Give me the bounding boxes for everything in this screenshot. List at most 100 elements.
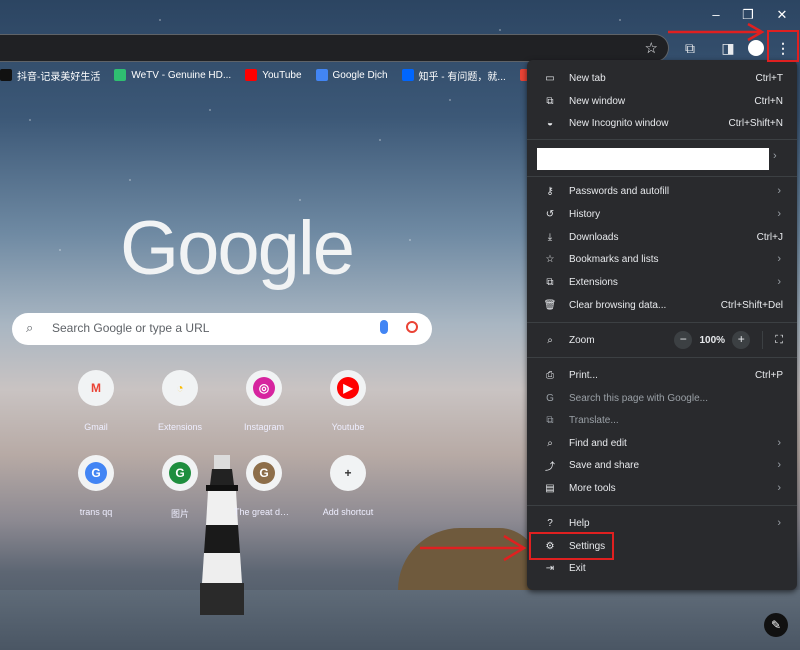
shortcut-tile[interactable]: G 图片 (150, 455, 210, 520)
shortcut-tile[interactable]: + Add shortcut (318, 455, 378, 517)
shortcut-tile[interactable]: Gtrans qq (66, 455, 126, 517)
menu-item-bookmarks[interactable]: ☆ Bookmarks and lists › (527, 248, 797, 270)
customize-pencil-icon[interactable]: ✎ (764, 613, 788, 637)
chevron-right-icon: › (777, 276, 781, 288)
search-box[interactable]: ⌕ (12, 313, 432, 345)
key-icon: ⚷ (546, 185, 554, 197)
bookmark-favicon-icon (0, 69, 12, 81)
bookmark-label: YouTube (262, 69, 302, 81)
bookmark-label: Google Dịch (332, 69, 388, 81)
microphone-icon[interactable] (380, 320, 388, 334)
chevron-right-icon: › (777, 482, 781, 494)
menu-item-downloads[interactable]: ⤓ Downloads Ctrl+J (527, 226, 797, 248)
menu-item-find-edit[interactable]: ⌕ Find and edit › (527, 432, 797, 454)
toolbox-icon: ▤ (545, 482, 555, 494)
close-icon[interactable]: ✕ (771, 6, 793, 24)
menu-item-passwords[interactable]: ⚷ Passwords and autofill › (527, 180, 797, 202)
new-window-icon: ⧉ (546, 95, 554, 107)
shortcut-glyph: ◎ (253, 377, 275, 399)
menu-item-zoom: ⌕ Zoom − 100% + ⛶ (527, 329, 797, 351)
menu-item-help[interactable]: ? Help › (527, 512, 797, 534)
shortcut-glyph: G (85, 462, 107, 484)
fullscreen-icon[interactable]: ⛶ (775, 334, 783, 347)
highlight-box-settings (529, 532, 614, 560)
shortcut-label: Youtube (331, 422, 365, 432)
menu-item-new-tab[interactable]: ▭ New tab Ctrl+T (527, 67, 797, 89)
background-water (0, 590, 800, 650)
menu-divider (527, 322, 797, 323)
highlight-box-menu-button (767, 30, 799, 62)
bookmark-favicon-icon (401, 69, 414, 81)
google-g-icon: G (546, 392, 554, 404)
bookmark-item[interactable]: Google Dịch (315, 69, 388, 81)
zoom-out-button[interactable]: − (674, 331, 693, 349)
menu-item-exit[interactable]: ⇥ Exit (527, 557, 797, 579)
search-input[interactable] (50, 320, 354, 336)
new-tab-icon: ▭ (545, 72, 555, 84)
shortcut-icon: ▶ (330, 370, 366, 406)
shortcut-glyph: + (337, 462, 359, 484)
shortcut-label: Gmail (84, 422, 108, 432)
share-icon: ⤴ (545, 461, 555, 473)
chevron-right-icon: › (777, 185, 781, 197)
menu-item-more-tools[interactable]: ▤ More tools › (527, 477, 797, 499)
chevron-right-icon: › (777, 208, 781, 220)
shortcut-glyph: ▶ (337, 377, 359, 399)
menu-item-save-share[interactable]: ⤴ Save and share › (527, 454, 797, 476)
puzzle-icon: ⧉ (546, 276, 554, 288)
exit-icon: ⇥ (545, 562, 555, 574)
shortcut-label: Instagram (243, 422, 285, 432)
menu-item-print[interactable]: ⎙ Print... Ctrl+P (527, 364, 797, 386)
shortcut-icon: ◎ (246, 370, 282, 406)
menu-item-search-page[interactable]: G Search this page with Google... (527, 387, 797, 409)
shortcut-icon: M (78, 370, 114, 406)
menu-item-new-window[interactable]: ⧉ New window Ctrl+N (527, 90, 797, 112)
shortcut-tile[interactable]: ▶ Youtube (318, 370, 378, 432)
profile-row[interactable] (537, 148, 769, 170)
menu-item-extensions[interactable]: ⧉ Extensions › (527, 271, 797, 293)
bookmark-label: WeTV - Genuine HD... (131, 69, 232, 81)
shortcut-label: 图片 (170, 509, 189, 519)
chevron-right-icon: › (777, 437, 781, 449)
bookmark-favicon-icon (245, 69, 258, 81)
menu-item-translate[interactable]: ⧉ Translate... (527, 409, 797, 431)
chevron-right-icon: › (777, 253, 781, 265)
chevron-right-icon: › (777, 459, 781, 471)
shortcut-icon: G (246, 455, 282, 491)
google-logo: Google (120, 206, 355, 291)
chevron-right-icon: › (777, 517, 781, 529)
bookmark-label: 知乎 - 有问题，就... (418, 71, 506, 83)
zoom-in-button[interactable]: + (732, 331, 751, 349)
menu-item-incognito[interactable]: ◒ New Incognito window Ctrl+Shift+N (527, 112, 797, 134)
star-icon: ☆ (545, 253, 555, 265)
help-icon: ? (547, 517, 553, 529)
bookmark-item[interactable]: 抖音-记录美好生活 (0, 68, 100, 83)
trash-icon: 🗑 (543, 299, 557, 311)
bookmark-star-icon[interactable]: ☆ (645, 39, 658, 57)
bookmark-favicon-icon (114, 69, 127, 81)
download-icon: ⤓ (547, 231, 553, 243)
shortcut-label: Add shortcut (322, 507, 374, 517)
shortcut-glyph: ◔ (169, 377, 191, 399)
bookmark-item[interactable]: YouTube (245, 69, 302, 81)
shortcut-label: trans qq (79, 507, 113, 517)
google-lens-icon[interactable] (406, 321, 418, 333)
shortcut-tile[interactable]: ◎ Instagram (234, 370, 294, 432)
shortcut-glyph: M (85, 377, 107, 399)
menu-item-history[interactable]: ↺ History › (527, 203, 797, 225)
translate-icon: ⧉ (546, 414, 554, 426)
menu-item-clear-data[interactable]: 🗑 Clear browsing data... Ctrl+Shift+Del (527, 294, 797, 316)
bookmark-item[interactable]: WeTV - Genuine HD... (114, 69, 231, 81)
annotation-arrow-settings (420, 534, 527, 562)
shortcut-tile[interactable]: M Gmail (66, 370, 126, 432)
shortcut-tile[interactable]: G The great dat... (234, 455, 294, 517)
shortcut-icon: G (78, 455, 114, 491)
shortcut-glyph: G (169, 462, 191, 484)
menu-divider (527, 357, 797, 358)
shortcut-tile[interactable]: ◔ Extensions (150, 370, 210, 432)
address-bar[interactable]: ☆ (0, 34, 669, 62)
shortcut-icon: ◔ (162, 370, 198, 406)
zoom-level: 100% (699, 334, 726, 346)
menu-divider (527, 505, 797, 506)
bookmark-item[interactable]: 知乎 - 有问题，就... (401, 68, 506, 83)
